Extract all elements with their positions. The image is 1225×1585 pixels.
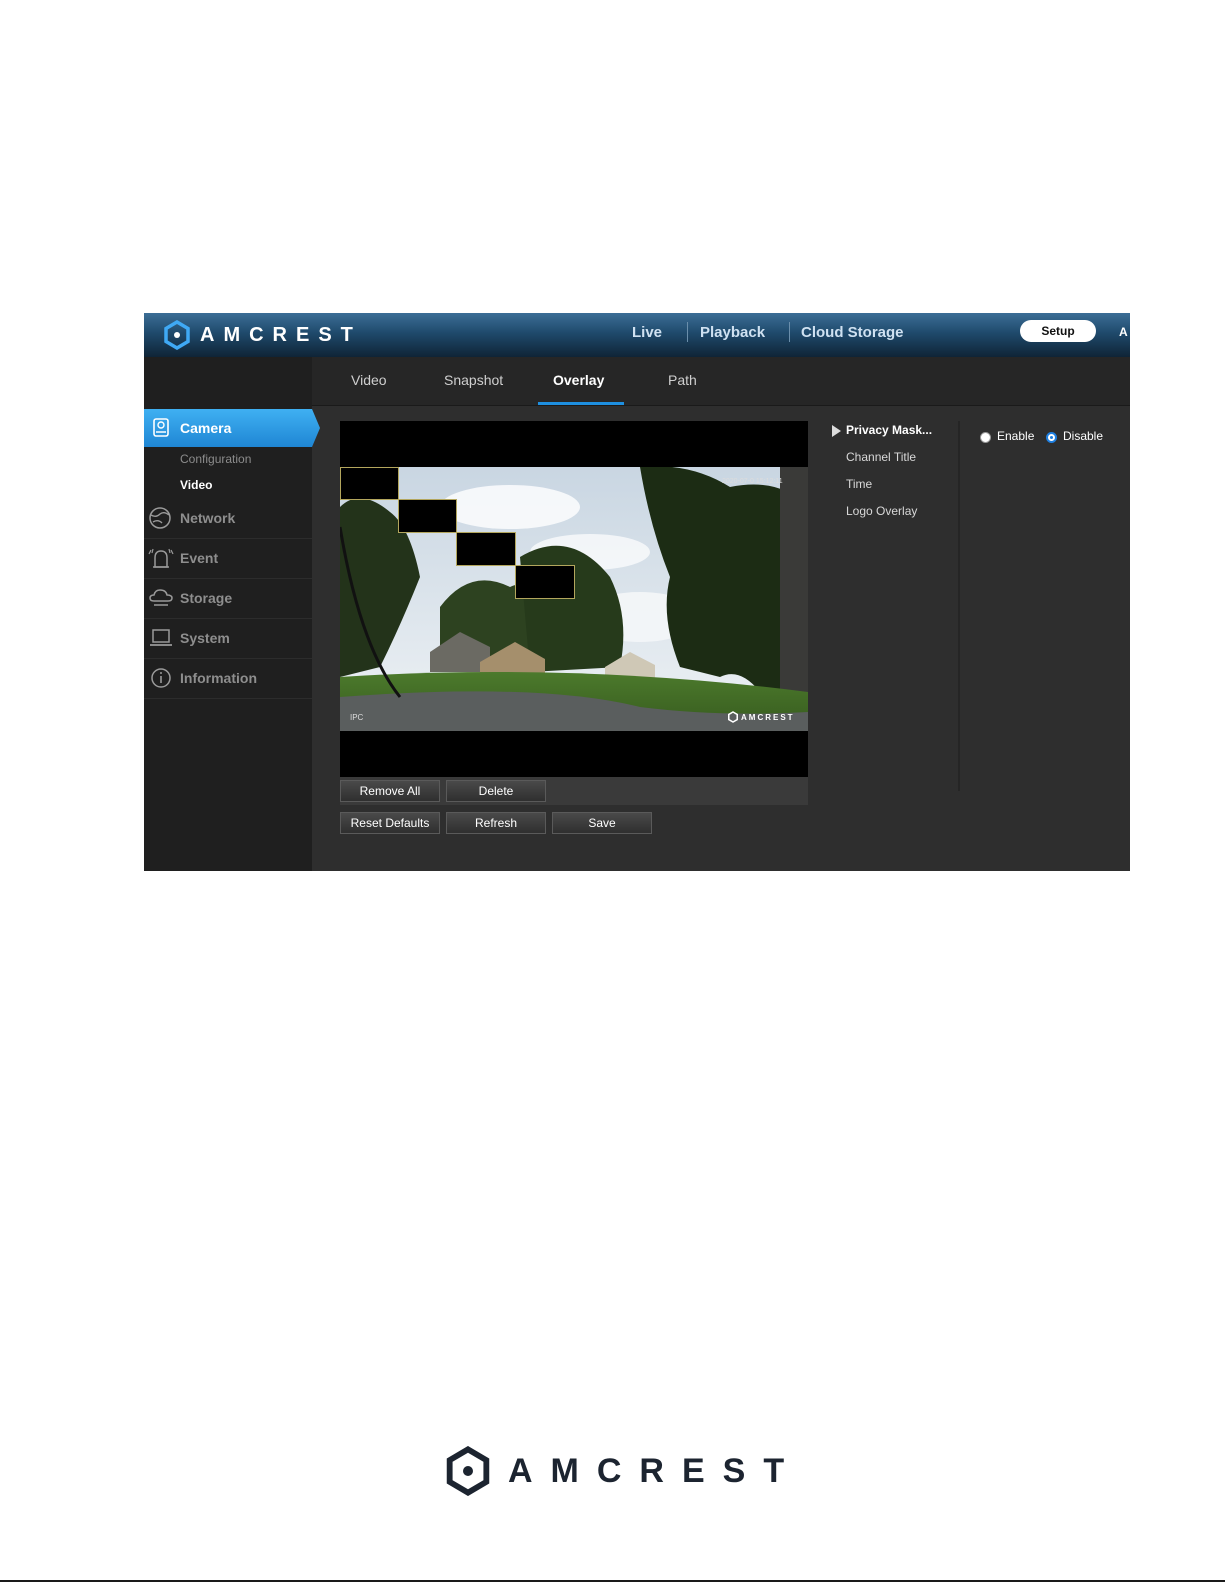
sidebar-item-system[interactable]: System bbox=[144, 618, 312, 659]
sidebar-item-information[interactable]: Information bbox=[144, 658, 312, 699]
delete-button[interactable]: Delete bbox=[446, 780, 546, 802]
reset-defaults-button[interactable]: Reset Defaults bbox=[340, 812, 440, 834]
osd-channel-title: IPC bbox=[350, 713, 364, 722]
sidebar-item-label: System bbox=[180, 630, 230, 646]
remove-all-button[interactable]: Remove All bbox=[340, 780, 440, 802]
nav-separator bbox=[789, 322, 790, 342]
tab-overlay[interactable]: Overlay bbox=[553, 372, 604, 388]
osd-logo-text: AMCREST bbox=[741, 712, 795, 722]
globe-icon bbox=[149, 507, 171, 529]
overlay-type-menu: Privacy Mask... Channel Title Time Logo … bbox=[832, 421, 960, 791]
page-bottom-rule bbox=[0, 1580, 1225, 1582]
selected-arrow-icon bbox=[832, 425, 841, 437]
nav-separator bbox=[687, 322, 688, 342]
osd-logo-overlay: AMCREST bbox=[728, 711, 795, 723]
brand-wordmark: AMCREST bbox=[508, 1451, 803, 1490]
sidebar-item-label: Event bbox=[180, 550, 219, 566]
sidebar: Camera Configuration Video Network Event bbox=[144, 357, 320, 871]
sidebar-subitem-configuration[interactable]: Configuration bbox=[180, 452, 251, 466]
sidebar-item-label: Information bbox=[180, 670, 257, 686]
tab-video[interactable]: Video bbox=[351, 372, 387, 388]
footer-amcrest-logo: AMCREST bbox=[446, 1445, 802, 1497]
menu-time[interactable]: Time bbox=[846, 477, 872, 491]
save-button[interactable]: Save bbox=[552, 812, 652, 834]
disable-label[interactable]: Disable bbox=[1063, 429, 1103, 443]
privacy-mask-region[interactable] bbox=[340, 467, 399, 500]
nav-playback[interactable]: Playback bbox=[700, 313, 765, 357]
nav-live[interactable]: Live bbox=[632, 313, 662, 357]
menu-logo-overlay[interactable]: Logo Overlay bbox=[846, 504, 917, 518]
camera-icon bbox=[153, 418, 169, 437]
sidebar-item-label: Network bbox=[180, 510, 236, 526]
top-bar: AMCREST Live Playback Cloud Storage Setu… bbox=[144, 313, 1130, 357]
info-icon bbox=[151, 668, 171, 688]
menu-channel-title[interactable]: Channel Title bbox=[846, 450, 916, 464]
tab-snapshot[interactable]: Snapshot bbox=[444, 372, 503, 388]
camera-web-ui: AMCREST Live Playback Cloud Storage Setu… bbox=[144, 313, 1130, 871]
brand-wordmark: AMCREST bbox=[200, 323, 362, 346]
sidebar-item-event[interactable]: Event bbox=[144, 538, 312, 579]
tab-path[interactable]: Path bbox=[668, 372, 697, 388]
disable-radio[interactable] bbox=[1046, 432, 1057, 443]
privacy-mask-region[interactable] bbox=[398, 499, 457, 533]
amcrest-hex-icon bbox=[446, 1446, 490, 1496]
video-preview[interactable]: 2020-07-0 15:12:11 IPC AMCREST bbox=[340, 421, 808, 777]
alarm-icon bbox=[148, 548, 174, 568]
privacy-mask-region[interactable] bbox=[515, 565, 575, 599]
nav-cutoff-text[interactable]: A bbox=[1119, 325, 1128, 339]
settings-tabs: Video Snapshot Overlay Path bbox=[312, 357, 1130, 406]
amcrest-logo: AMCREST bbox=[164, 319, 362, 351]
refresh-button[interactable]: Refresh bbox=[446, 812, 546, 834]
laptop-icon bbox=[150, 629, 172, 646]
amcrest-hex-icon bbox=[164, 320, 190, 350]
sidebar-item-storage[interactable]: Storage bbox=[144, 578, 312, 619]
setup-button[interactable]: Setup bbox=[1020, 320, 1096, 342]
cloud-storage-icon bbox=[149, 589, 173, 606]
active-tab-indicator bbox=[538, 402, 624, 405]
amcrest-hex-icon bbox=[728, 711, 738, 723]
sidebar-subitem-video[interactable]: Video bbox=[180, 478, 212, 492]
sidebar-item-label: Storage bbox=[180, 590, 233, 606]
mask-button-bar: Remove All Delete bbox=[340, 777, 808, 805]
enable-radio[interactable] bbox=[980, 432, 991, 443]
enable-label[interactable]: Enable bbox=[997, 429, 1034, 443]
sidebar-item-label: Camera bbox=[180, 420, 232, 436]
nav-cloud-storage[interactable]: Cloud Storage bbox=[801, 313, 904, 357]
osd-timestamp: 2020-07-0 15:12:11 bbox=[722, 478, 783, 485]
sidebar-item-network[interactable]: Network bbox=[144, 498, 312, 539]
menu-privacy-mask[interactable]: Privacy Mask... bbox=[846, 423, 932, 437]
sidebar-item-camera[interactable]: Camera bbox=[144, 409, 320, 447]
privacy-mask-region[interactable] bbox=[456, 532, 516, 566]
